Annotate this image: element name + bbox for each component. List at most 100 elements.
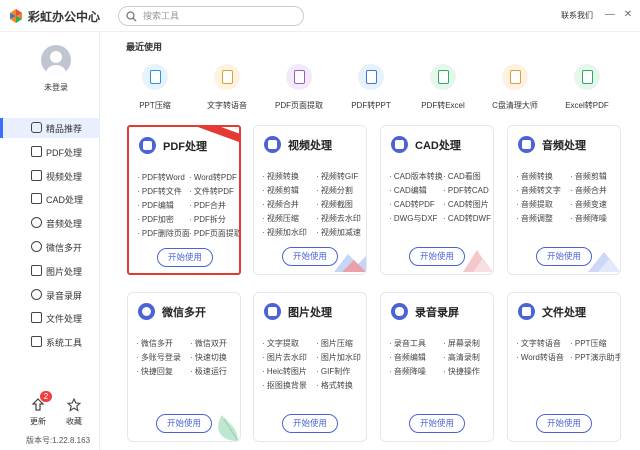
feature-link[interactable]: · 音频调整 <box>516 213 553 224</box>
feature-link[interactable]: · 音频降噪 <box>570 213 607 224</box>
card-video[interactable]: 视频处理 · 视频转换 · 视频转GIF · 视频剪辑 · 视频分割 · 视频合… <box>253 125 367 275</box>
feature-link[interactable]: · PDF合并 <box>189 200 226 211</box>
feature-link[interactable]: · 多账号登录 <box>136 352 181 363</box>
feature-link[interactable]: · CAD转图片 <box>443 199 489 210</box>
card-recording[interactable]: 录音录屏 · 录音工具 · 屏幕录制 · 音频编辑 · 高清录制 · 音频降噪 … <box>380 292 494 442</box>
feature-link[interactable]: · 图片压缩 <box>316 338 353 349</box>
feature-link[interactable]: · 屏幕录制 <box>443 338 480 349</box>
feature-link[interactable]: · 极速运行 <box>190 366 227 377</box>
feature-link[interactable]: · 文字转语音 <box>516 338 561 349</box>
sidebar-item-wechat[interactable]: 微信多开 <box>0 237 100 257</box>
sidebar-item-cad[interactable]: CAD处理 <box>0 189 100 209</box>
start-button[interactable]: 开始使用 <box>157 248 213 267</box>
star-icon[interactable] <box>67 398 81 412</box>
start-button[interactable]: 开始使用 <box>536 247 592 266</box>
feature-link[interactable]: · 抠图换背景 <box>262 380 307 391</box>
recent-item-text-to-speech[interactable]: 文字转语音 <box>192 64 262 116</box>
recent-item-c-drive-cleaner[interactable]: C盘清理大师 <box>480 64 550 116</box>
feature-link[interactable]: · 音频转换 <box>516 171 553 182</box>
feature-link[interactable]: · PPT压缩 <box>570 338 606 349</box>
feature-link[interactable]: · 视频转GIF <box>316 171 358 182</box>
recent-item-excel-to-pdf[interactable]: Excel转PDF <box>552 64 622 116</box>
card-audio[interactable]: 音频处理 · 音频转换 · 音频剪辑 · 音频转文字 · 音频合并 · 音频提取… <box>507 125 621 275</box>
feature-link[interactable]: · 文件转PDF <box>189 186 234 197</box>
card-wechat[interactable]: 微信多开 · 微信多开 · 微信双开 · 多账号登录 · 快速切换 · 快捷回复… <box>127 292 241 442</box>
sidebar-item-featured[interactable]: 精品推荐 <box>0 118 100 138</box>
feature-link[interactable]: · 高清录制 <box>443 352 480 363</box>
feature-link[interactable]: · 视频加水印 <box>262 227 307 238</box>
start-button[interactable]: 开始使用 <box>282 414 338 433</box>
feature-link[interactable]: · 文字提取 <box>262 338 299 349</box>
feature-link[interactable]: · 图片加水印 <box>316 352 361 363</box>
feature-link[interactable]: · DWG与DXF <box>389 213 437 224</box>
feature-link[interactable]: · CAD看图 <box>443 171 481 182</box>
feature-link[interactable]: · 音频降噪 <box>389 366 426 377</box>
sidebar-item-system[interactable]: 系统工具 <box>0 332 100 352</box>
update-label[interactable]: 更新 <box>30 416 46 427</box>
feature-link[interactable]: · PDF编辑 <box>137 200 174 211</box>
feature-link[interactable]: · 视频截图 <box>316 199 353 210</box>
feature-link[interactable]: · PDF拆分 <box>189 214 226 225</box>
feature-link[interactable]: · 微信双开 <box>190 338 227 349</box>
card-pdf[interactable]: PDF处理 · PDF转Word · Word转PDF · PDF转文件 · 文… <box>127 125 241 275</box>
feature-link[interactable]: · 视频剪辑 <box>262 185 299 196</box>
feature-link[interactable]: · 微信多开 <box>136 338 173 349</box>
recent-item-pdf-to-ppt[interactable]: PDF转PPT <box>336 64 406 116</box>
feature-link[interactable]: · 视频分割 <box>316 185 353 196</box>
feature-link[interactable]: · 格式转换 <box>316 380 353 391</box>
search-input[interactable] <box>143 9 293 23</box>
feature-link[interactable]: · 视频转换 <box>262 171 299 182</box>
feature-link[interactable]: · PDF加密 <box>137 214 174 225</box>
start-button[interactable]: 开始使用 <box>156 414 212 433</box>
recent-item-ppt-compress[interactable]: PPT压缩 <box>120 64 190 116</box>
feature-link[interactable]: · PDF转Word <box>137 172 185 183</box>
sidebar-item-file[interactable]: 文件处理 <box>0 308 100 328</box>
sidebar-item-image[interactable]: 图片处理 <box>0 261 100 281</box>
recent-item-pdf-page-extract[interactable]: PDF页面提取 <box>264 64 334 116</box>
close-icon[interactable]: ✕ <box>622 9 634 21</box>
minimize-icon[interactable]: — <box>604 9 616 21</box>
feature-link[interactable]: · Heic转图片 <box>262 366 307 377</box>
feature-link[interactable]: · 音频提取 <box>516 199 553 210</box>
card-file[interactable]: 文件处理 · 文字转语音 · PPT压缩 · Word转语音 · PPT演示助手… <box>507 292 621 442</box>
sidebar-item-recording[interactable]: 录音录屏 <box>0 285 100 305</box>
contact-us-link[interactable]: 联系我们 <box>561 10 593 21</box>
start-button[interactable]: 开始使用 <box>282 247 338 266</box>
card-image[interactable]: 图片处理 · 文字提取 · 图片压缩 · 图片去水印 · 图片加水印 · Hei… <box>253 292 367 442</box>
feature-link[interactable]: · CAD转PDF <box>389 199 435 210</box>
feature-link[interactable]: · 音频转文字 <box>516 185 561 196</box>
sidebar-item-pdf[interactable]: PDF处理 <box>0 142 100 162</box>
favorite-label[interactable]: 收藏 <box>66 416 82 427</box>
start-button[interactable]: 开始使用 <box>536 414 592 433</box>
feature-link[interactable]: · 音频合并 <box>570 185 607 196</box>
sidebar-item-audio[interactable]: 音频处理 <box>0 213 100 233</box>
feature-link[interactable]: · CAD转DWF <box>443 213 491 224</box>
recent-item-pdf-to-excel[interactable]: PDF转Excel <box>408 64 478 116</box>
feature-link[interactable]: · 音频剪辑 <box>570 171 607 182</box>
start-button[interactable]: 开始使用 <box>409 247 465 266</box>
sidebar-item-video[interactable]: 视频处理 <box>0 166 100 186</box>
feature-link[interactable]: · Word转PDF <box>189 172 237 183</box>
feature-link[interactable]: · 视频去水印 <box>316 213 361 224</box>
feature-link[interactable]: · PDF页面提取 <box>189 228 239 239</box>
feature-link[interactable]: · 视频加减速 <box>316 227 361 238</box>
card-cad[interactable]: CAD处理 · CAD版本转换 · CAD看图 · CAD编辑 · PDF转CA… <box>380 125 494 275</box>
avatar[interactable] <box>41 45 71 75</box>
feature-link[interactable]: · Word转语音 <box>516 352 564 363</box>
feature-link[interactable]: · 视频合并 <box>262 199 299 210</box>
feature-link[interactable]: · 视频压缩 <box>262 213 299 224</box>
feature-link[interactable]: · CAD版本转换 <box>389 171 443 182</box>
start-button[interactable]: 开始使用 <box>409 414 465 433</box>
feature-link[interactable]: · 录音工具 <box>389 338 426 349</box>
feature-link[interactable]: · PDF转CAD <box>443 185 489 196</box>
feature-link[interactable]: · PDF转文件 <box>137 186 182 197</box>
login-status[interactable]: 未登录 <box>0 82 112 93</box>
feature-link[interactable]: · PDF删除页面 <box>137 228 190 239</box>
feature-link[interactable]: · 快捷操作 <box>443 366 480 377</box>
feature-link[interactable]: · 快速切换 <box>190 352 227 363</box>
feature-link[interactable]: · CAD编辑 <box>389 185 427 196</box>
feature-link[interactable]: · 图片去水印 <box>262 352 307 363</box>
feature-link[interactable]: · GIF制作 <box>316 366 350 377</box>
feature-link[interactable]: · 音频编辑 <box>389 352 426 363</box>
search-box[interactable] <box>118 6 304 26</box>
